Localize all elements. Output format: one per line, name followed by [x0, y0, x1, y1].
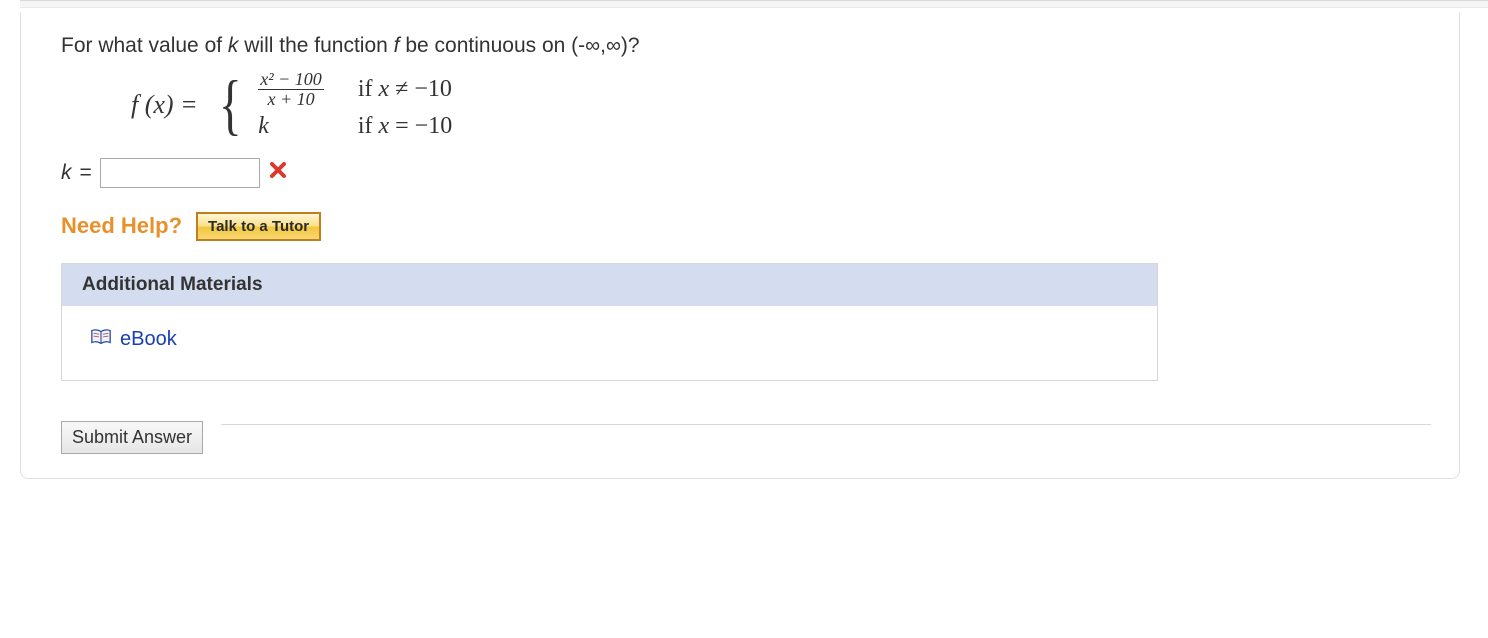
answer-input[interactable]: [100, 158, 260, 188]
submit-answer-button[interactable]: Submit Answer: [61, 421, 203, 454]
left-brace-icon: {: [219, 81, 242, 129]
question-panel: For what value of k will the function f …: [20, 12, 1460, 479]
question-prefix: For what value of: [61, 34, 228, 57]
answer-row: k =: [61, 158, 1431, 188]
divider: [221, 424, 1431, 425]
answer-k-label: k: [61, 161, 72, 185]
question-text: For what value of k will the function f …: [61, 34, 1431, 58]
case1-numerator: x² − 100: [258, 70, 324, 90]
submit-row: Submit Answer: [61, 421, 1431, 454]
formula-cases: x² − 100 x + 10 if x ≠ −10 k if x = −10: [258, 70, 452, 140]
question-var-k: k: [228, 34, 239, 57]
case1-denominator: x + 10: [265, 90, 316, 109]
cond2-prefix: if: [358, 113, 379, 139]
need-help-label: Need Help?: [61, 213, 182, 239]
case1-condition: if x ≠ −10: [358, 76, 452, 103]
additional-materials-heading: Additional Materials: [62, 264, 1157, 306]
talk-to-tutor-button[interactable]: Talk to a Tutor: [196, 212, 321, 241]
additional-materials-box: Additional Materials eBook: [61, 263, 1158, 381]
fraction-icon: x² − 100 x + 10: [258, 70, 324, 109]
formula-lhs: f (x) =: [131, 90, 198, 120]
incorrect-icon: [268, 160, 288, 186]
case1-expression: x² − 100 x + 10: [258, 70, 324, 109]
additional-materials-body: eBook: [62, 306, 1157, 380]
question-mid2: be continuous on: [400, 34, 572, 57]
ebook-label: eBook: [120, 328, 177, 351]
answer-equals: =: [80, 161, 92, 185]
need-help-row: Need Help? Talk to a Tutor: [61, 212, 1431, 241]
cond2-x: x: [378, 113, 389, 139]
case2-expression: k: [258, 113, 324, 140]
cond2-rel: = −10: [389, 113, 452, 139]
cond1-rel: ≠ −10: [389, 76, 452, 102]
cond1-prefix: if: [358, 76, 379, 102]
piecewise-formula: f (x) = { x² − 100 x + 10 if x ≠ −10 k i…: [131, 70, 1431, 140]
ebook-link[interactable]: eBook: [90, 328, 177, 352]
cond1-x: x: [378, 76, 389, 102]
question-mid1: will the function: [238, 34, 393, 57]
case2-condition: if x = −10: [358, 113, 452, 140]
question-interval: (-∞,∞): [571, 34, 628, 57]
book-icon: [90, 328, 112, 352]
question-suffix: ?: [628, 34, 640, 57]
